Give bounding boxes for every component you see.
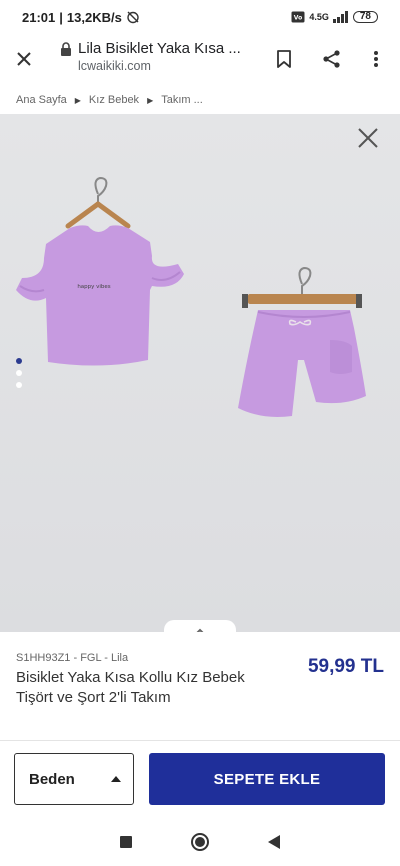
page-title: Lila Bisiklet Yaka Kısa ... <box>78 40 241 57</box>
status-bar: 21:01 | 13,2KB/s Vo 4.5G 78 <box>0 0 400 34</box>
caret-right-icon: ▶ <box>147 95 154 105</box>
product-price: 59,99 TL <box>307 656 384 677</box>
expand-details-button[interactable] <box>164 620 236 632</box>
svg-text:Vo: Vo <box>294 15 302 22</box>
tshirt-print-text: happy vibes <box>77 284 110 290</box>
close-icon <box>358 128 378 148</box>
close-tab-button[interactable] <box>2 37 46 81</box>
gallery-pagination <box>16 358 22 388</box>
more-menu-button[interactable] <box>354 37 398 81</box>
home-icon[interactable] <box>190 832 210 852</box>
caret-up-icon <box>111 776 121 782</box>
add-to-cart-button[interactable]: SEPETE EKLE <box>149 753 385 805</box>
close-gallery-button[interactable] <box>356 126 384 154</box>
caret-right-icon: ▶ <box>74 95 81 105</box>
status-speed: 13,2KB/s <box>66 9 122 25</box>
breadcrumb: Ana Sayfa ▶ Kız Bebek ▶ Takım ... <box>0 86 400 114</box>
alarm-off-icon <box>127 11 139 24</box>
gallery-dot[interactable] <box>16 358 22 364</box>
share-icon <box>323 50 340 68</box>
breadcrumb-home[interactable]: Ana Sayfa <box>16 94 67 106</box>
battery-indicator: 78 <box>352 11 378 23</box>
gallery-dot[interactable] <box>16 370 22 376</box>
share-button[interactable] <box>310 37 354 81</box>
product-image: happy vibes <box>16 176 366 417</box>
chevron-up-icon <box>196 628 204 632</box>
close-icon <box>17 52 31 66</box>
volte-icon: Vo <box>291 11 305 23</box>
system-nav-bar <box>0 818 400 866</box>
bookmark-button[interactable] <box>262 37 306 81</box>
product-name: Bisiklet Yaka Kısa Kollu Kız Bebek Tişör… <box>16 669 245 706</box>
signal-icon <box>332 11 348 23</box>
back-icon[interactable] <box>267 834 281 850</box>
size-select[interactable]: Beden <box>14 753 134 805</box>
browser-toolbar: Lila Bisiklet Yaka Kısa ... lcwaikiki.co… <box>0 34 400 84</box>
page-domain: lcwaikiki.com <box>78 59 151 73</box>
bookmark-icon <box>277 50 291 68</box>
url-bar[interactable]: Lila Bisiklet Yaka Kısa ... lcwaikiki.co… <box>60 40 260 73</box>
gallery-dot[interactable] <box>16 382 22 388</box>
network-type: 4.5G <box>309 12 329 22</box>
recent-apps-icon[interactable] <box>119 835 133 849</box>
breadcrumb-category[interactable]: Kız Bebek <box>89 94 139 106</box>
purchase-bar: Beden SEPETE EKLE <box>0 740 400 818</box>
breadcrumb-current[interactable]: Takım ... <box>161 94 203 106</box>
lock-icon <box>61 41 71 56</box>
size-select-label: Beden <box>29 770 75 788</box>
status-time: 21:01 <box>22 9 56 25</box>
product-gallery[interactable]: happy vibes <box>0 114 400 632</box>
more-vert-icon <box>374 51 378 67</box>
product-sku: S1HH93Z1 - FGL - Lila <box>16 652 129 664</box>
